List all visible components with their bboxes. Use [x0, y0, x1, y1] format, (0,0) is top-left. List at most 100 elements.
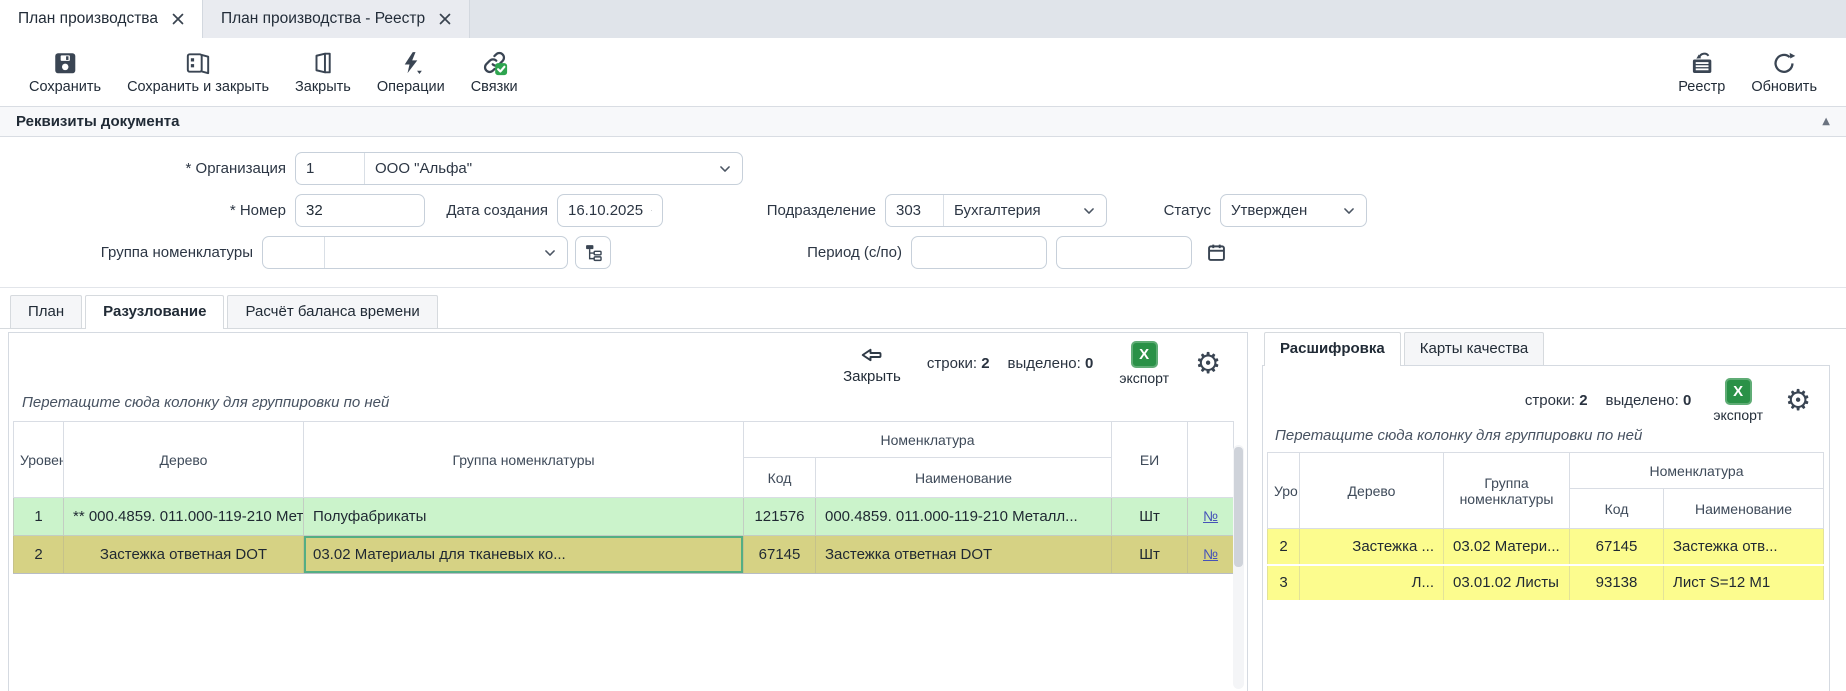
tab-quality-cards[interactable]: Карты качества: [1404, 332, 1545, 365]
toolbar-button-label: Закрыть: [295, 79, 351, 95]
save-button[interactable]: Сохранить: [29, 50, 101, 95]
period-from-input[interactable]: [911, 236, 1047, 269]
refresh-button[interactable]: Обновить: [1751, 50, 1817, 95]
links-button[interactable]: Связки: [471, 49, 518, 95]
col-header-unit[interactable]: ЕИ: [1112, 422, 1188, 498]
detail-panel: Расшифровка Карты качества строки: 2 выд…: [1262, 332, 1830, 691]
col-header-name[interactable]: Наименование: [816, 458, 1112, 498]
nomenclature-group-field[interactable]: [262, 236, 568, 269]
table-row[interactable]: 2 Застежка ... 03.02 Матери... 67145 Зас…: [1268, 529, 1824, 565]
grid-close-label: Закрыть: [843, 368, 901, 385]
cell-name[interactable]: Застежка отв...: [1664, 529, 1824, 565]
export-excel-button[interactable]: X экспорт: [1713, 378, 1763, 423]
col-header-group[interactable]: Группа номенклатуры: [304, 422, 744, 498]
cell-name[interactable]: Застежка ответная DOT: [816, 536, 1112, 574]
creation-date-field[interactable]: 16.10.2025: [557, 194, 663, 227]
scrollbar-thumb[interactable]: [1234, 447, 1243, 567]
detail-grid-stats: строки: 2 выделено: 0: [1525, 392, 1691, 409]
window-tab-plan[interactable]: План производства: [0, 0, 202, 38]
cell-level[interactable]: 2: [14, 536, 64, 574]
export-excel-button[interactable]: X экспорт: [1119, 341, 1169, 386]
department-label: Подразделение: [663, 202, 885, 219]
close-icon[interactable]: [172, 13, 184, 25]
col-header-group[interactable]: Группа номенклатуры: [1444, 453, 1570, 529]
num-link[interactable]: №: [1203, 508, 1218, 524]
col-header-code[interactable]: Код: [744, 458, 816, 498]
department-select[interactable]: Бухгалтерия: [944, 195, 1106, 226]
cell-unit[interactable]: Шт: [1112, 498, 1188, 536]
table-row[interactable]: 3 Л... 03.01.02 Листы 93138 Лист S=12 М1: [1268, 565, 1824, 601]
collapse-section-icon[interactable]: ▲: [1822, 116, 1830, 127]
cell-name[interactable]: 000.4859. 011.000-119-210 Металл...: [816, 498, 1112, 536]
table-row-selected[interactable]: 2 Застежка ответная DOT 03.02 Материалы …: [14, 536, 1234, 574]
tab-rasshifrovka[interactable]: Расшифровка: [1264, 332, 1401, 366]
tab-plan[interactable]: План: [10, 295, 82, 328]
col-header-nomenclature[interactable]: Номенклатура: [1570, 453, 1824, 489]
organization-select[interactable]: ООО "Альфа": [365, 153, 742, 184]
col-header-nomenclature[interactable]: Номенклатура: [744, 422, 1112, 458]
cell-code[interactable]: 93138: [1570, 565, 1664, 601]
period-to-input[interactable]: [1056, 236, 1192, 269]
number-input[interactable]: [295, 194, 425, 227]
cell-group[interactable]: 03.02 Матери...: [1444, 529, 1570, 565]
form-row-group-period: Группа номенклатуры Период (с/по): [0, 236, 1846, 269]
grid-settings-gear-icon[interactable]: ⚙: [1195, 349, 1221, 378]
nomenclature-group-select[interactable]: [325, 237, 567, 268]
period-calendar-button[interactable]: [1206, 242, 1227, 263]
window-tab-plan-registry[interactable]: План производства - Реестр: [202, 0, 470, 38]
vertical-scrollbar[interactable]: [1233, 445, 1244, 689]
cell-code[interactable]: 121576: [744, 498, 816, 536]
department-code[interactable]: 303: [886, 195, 944, 226]
tab-time-balance[interactable]: Расчёт баланса времени: [227, 295, 437, 328]
col-header-code[interactable]: Код: [1570, 489, 1664, 529]
cell-group[interactable]: 03.01.02 Листы: [1444, 565, 1570, 601]
cell-tree[interactable]: ** 000.4859. 011.000-119-210 Металлорука…: [64, 498, 304, 536]
toolbar-button-label: Операции: [377, 79, 445, 95]
cell-level[interactable]: 3: [1268, 565, 1300, 601]
col-header-tree[interactable]: Дерево: [1300, 453, 1444, 529]
tab-razuzlovanie[interactable]: Разузлование: [85, 295, 224, 329]
col-header-level[interactable]: Уровен: [14, 422, 64, 498]
calendar-icon[interactable]: [651, 202, 652, 219]
table-row[interactable]: 1 ** 000.4859. 011.000-119-210 Металлору…: [14, 498, 1234, 536]
app-root: План производства План производства - Ре…: [0, 0, 1846, 691]
grid-close-button[interactable]: Закрыть: [843, 343, 901, 385]
organization-field[interactable]: 1 ООО "Альфа": [295, 152, 743, 185]
col-header-tree[interactable]: Дерево: [64, 422, 304, 498]
cell-level[interactable]: 2: [1268, 529, 1300, 565]
cell-num: №: [1188, 498, 1234, 536]
cell-code[interactable]: 67145: [1570, 529, 1664, 565]
cell-code[interactable]: 67145: [744, 536, 816, 574]
num-link[interactable]: №: [1203, 546, 1218, 562]
form-row-number-date-dept-status: * Номер Дата создания 16.10.2025 Подразд…: [0, 194, 1846, 227]
cell-tree[interactable]: Л...: [1300, 565, 1444, 601]
close-button[interactable]: Закрыть: [295, 50, 351, 95]
cell-name[interactable]: Лист S=12 М1: [1664, 565, 1824, 601]
status-select[interactable]: Утвержден: [1220, 194, 1367, 227]
nomenclature-tree-button[interactable]: [575, 236, 611, 269]
department-field[interactable]: 303 Бухгалтерия: [885, 194, 1107, 227]
col-header-level[interactable]: Уро: [1268, 453, 1300, 529]
cell-group-focused[interactable]: 03.02 Материалы для тканевых ко...: [304, 536, 744, 574]
operations-button[interactable]: Операции: [377, 50, 445, 95]
registry-button[interactable]: Реестр: [1678, 50, 1725, 95]
save-close-icon: [185, 50, 211, 76]
chevron-down-icon: [1082, 204, 1096, 218]
close-icon[interactable]: [439, 13, 451, 25]
cell-group[interactable]: Полуфабрикаты: [304, 498, 744, 536]
number-label: * Номер: [0, 202, 295, 219]
col-header-num[interactable]: [1188, 422, 1234, 498]
organization-code[interactable]: 1: [296, 153, 365, 184]
cell-tree[interactable]: Застежка ответная DOT: [64, 536, 304, 574]
grid-settings-gear-icon[interactable]: ⚙: [1785, 386, 1811, 415]
cell-unit[interactable]: Шт: [1112, 536, 1188, 574]
export-label: экспорт: [1119, 370, 1169, 386]
toolbar-button-label: Связки: [471, 79, 518, 95]
nomenclature-group-code[interactable]: [263, 237, 325, 268]
col-header-name[interactable]: Наименование: [1664, 489, 1824, 529]
group-by-hint: Перетащите сюда колонку для группировки …: [1263, 423, 1829, 452]
cell-tree[interactable]: Застежка ...: [1300, 529, 1444, 565]
cell-level[interactable]: 1: [14, 498, 64, 536]
cell-num: №: [1188, 536, 1234, 574]
save-and-close-button[interactable]: Сохранить и закрыть: [127, 50, 269, 95]
